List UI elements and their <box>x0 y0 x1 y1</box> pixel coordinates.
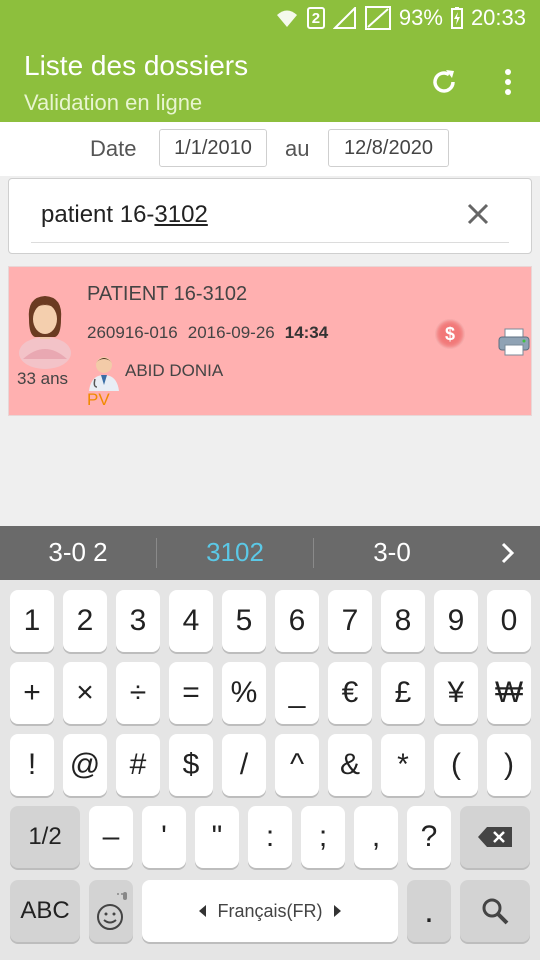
record-time: 14:34 <box>284 323 329 342</box>
key[interactable]: : <box>248 806 292 868</box>
key[interactable]: 7 <box>328 590 372 652</box>
key[interactable]: 5 <box>222 590 266 652</box>
backspace-icon <box>478 827 512 847</box>
key[interactable]: , <box>354 806 398 868</box>
list-item[interactable]: PATIENT 16-3102 260916-016 2016-09-26 14… <box>8 266 532 416</box>
suggestion-3[interactable]: 3-0 <box>317 537 467 568</box>
caret-left-icon <box>199 905 207 917</box>
date-label: Date <box>90 136 137 161</box>
search-text-composing: 3102 <box>154 201 208 228</box>
wifi-icon <box>276 10 297 27</box>
key[interactable]: 3 <box>116 590 160 652</box>
key[interactable]: $ <box>169 734 213 796</box>
key[interactable]: 2 <box>63 590 107 652</box>
sim-badge: 2 <box>306 7 325 29</box>
space-key[interactable]: Français(FR) <box>142 880 398 942</box>
suggestion-divider <box>156 538 157 568</box>
caret-right-icon <box>333 905 341 917</box>
overflow-menu-button[interactable] <box>490 64 526 100</box>
space-language-label: Français(FR) <box>217 900 323 921</box>
key[interactable]: 6 <box>275 590 319 652</box>
key[interactable]: ¥ <box>434 662 478 724</box>
suggestion-divider <box>313 538 314 568</box>
patient-name: PATIENT 16-3102 <box>87 283 248 305</box>
content-area: Date 1/1/2010 au 12/8/2020 patient 16-31… <box>0 122 540 526</box>
record-tag: PV <box>87 390 110 409</box>
patient-female-avatar-icon <box>19 296 71 369</box>
printer-icon[interactable] <box>497 327 531 357</box>
key[interactable]: 0 <box>487 590 531 652</box>
key[interactable]: ' <box>142 806 186 868</box>
key[interactable]: ) <box>487 734 531 796</box>
key[interactable]: " <box>195 806 239 868</box>
doctor-name: ABID DONIA <box>125 361 224 380</box>
key[interactable]: ₩ <box>487 662 531 724</box>
key[interactable]: @ <box>63 734 107 796</box>
more-vert-icon <box>505 69 511 95</box>
app-bar: Liste des dossiers Validation en ligne <box>0 38 540 122</box>
doctor-icon <box>89 357 119 391</box>
search-box[interactable]: patient 16-3102 <box>8 178 532 254</box>
record-meta: 260916-016 2016-09-26 14:34 <box>87 323 328 343</box>
search-underline-rule <box>31 242 509 243</box>
key[interactable]: / <box>222 734 266 796</box>
date-filter-row: Date 1/1/2010 au 12/8/2020 <box>0 122 540 176</box>
key[interactable]: € <box>328 662 372 724</box>
key[interactable]: & <box>328 734 372 796</box>
record-date: 2016-09-26 <box>187 323 275 342</box>
key[interactable]: ^ <box>275 734 319 796</box>
key[interactable]: 8 <box>381 590 425 652</box>
record-id: 260916-016 <box>87 323 178 342</box>
signal-icon-2 <box>364 6 391 30</box>
key[interactable]: ÷ <box>116 662 160 724</box>
page-title: Liste des dossiers <box>24 50 249 81</box>
date-to-field[interactable]: 12/8/2020 <box>328 129 449 167</box>
clock: 20:33 <box>470 5 526 30</box>
suggestion-2[interactable]: 3102 <box>160 537 310 568</box>
key[interactable]: _ <box>275 662 319 724</box>
dollar-icon[interactable]: $ <box>435 319 465 349</box>
search-text-prefix: patient 16- <box>41 201 155 228</box>
key[interactable]: # <box>116 734 160 796</box>
date-from-field[interactable]: 1/1/2010 <box>159 129 267 167</box>
refresh-icon <box>433 70 455 93</box>
patient-age: 33 ans <box>17 369 69 388</box>
period-key[interactable]: . <box>407 880 451 942</box>
key[interactable]: × <box>63 662 107 724</box>
soft-keyboard: 3-0 2 3102 3-0 1 2 3 4 5 6 7 8 9 0 + × ÷… <box>0 526 540 960</box>
period-label: . <box>424 891 434 930</box>
key[interactable]: ( <box>434 734 478 796</box>
key[interactable]: 4 <box>169 590 213 652</box>
key[interactable]: – <box>89 806 133 868</box>
signal-icon <box>332 7 356 29</box>
chevron-right-icon[interactable] <box>500 541 516 565</box>
close-icon[interactable] <box>463 199 493 229</box>
key[interactable]: = <box>169 662 213 724</box>
date-to-label: au <box>285 136 310 161</box>
smiley-icon <box>97 892 127 930</box>
key[interactable]: * <box>381 734 425 796</box>
suggestion-bar: 3-0 2 3102 3-0 <box>0 526 540 580</box>
key[interactable]: ; <box>301 806 345 868</box>
battery-percent: 93% <box>398 5 443 30</box>
suggestion-1[interactable]: 3-0 2 <box>3 537 153 568</box>
key[interactable]: £ <box>381 662 425 724</box>
key[interactable]: + <box>10 662 54 724</box>
page-subtitle: Validation en ligne <box>24 90 203 115</box>
key[interactable]: % <box>222 662 266 724</box>
key[interactable]: ? <box>407 806 451 868</box>
emoji-key[interactable] <box>89 880 133 942</box>
search-input[interactable]: patient 16-3102 <box>41 201 208 229</box>
search-key[interactable] <box>460 880 530 942</box>
backspace-key[interactable] <box>460 806 530 868</box>
battery-icon <box>450 7 463 29</box>
key[interactable]: ! <box>10 734 54 796</box>
search-icon <box>482 898 509 925</box>
status-bar: 2 93% 20:33 <box>0 0 540 38</box>
refresh-button[interactable] <box>426 64 462 100</box>
key[interactable]: 1 <box>10 590 54 652</box>
key[interactable]: 9 <box>434 590 478 652</box>
abc-key[interactable]: ABC <box>10 880 80 942</box>
page-toggle-key[interactable]: 1/2 <box>10 806 80 868</box>
